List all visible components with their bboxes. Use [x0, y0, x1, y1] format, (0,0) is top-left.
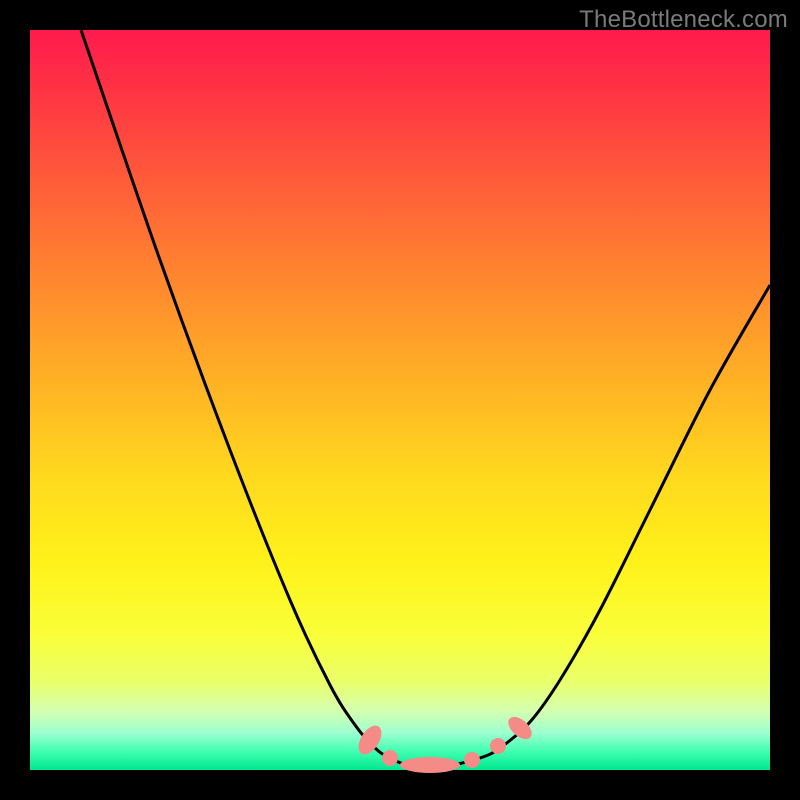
curve-marker — [504, 713, 536, 744]
curve-marker — [464, 752, 480, 768]
chart-svg — [30, 30, 770, 770]
chart-frame: TheBottleneck.com — [0, 0, 800, 800]
curve-marker — [400, 757, 460, 773]
series-curve — [81, 30, 770, 766]
curve-marker — [490, 738, 506, 754]
curve-marker — [382, 750, 398, 766]
plot-area — [30, 30, 770, 770]
